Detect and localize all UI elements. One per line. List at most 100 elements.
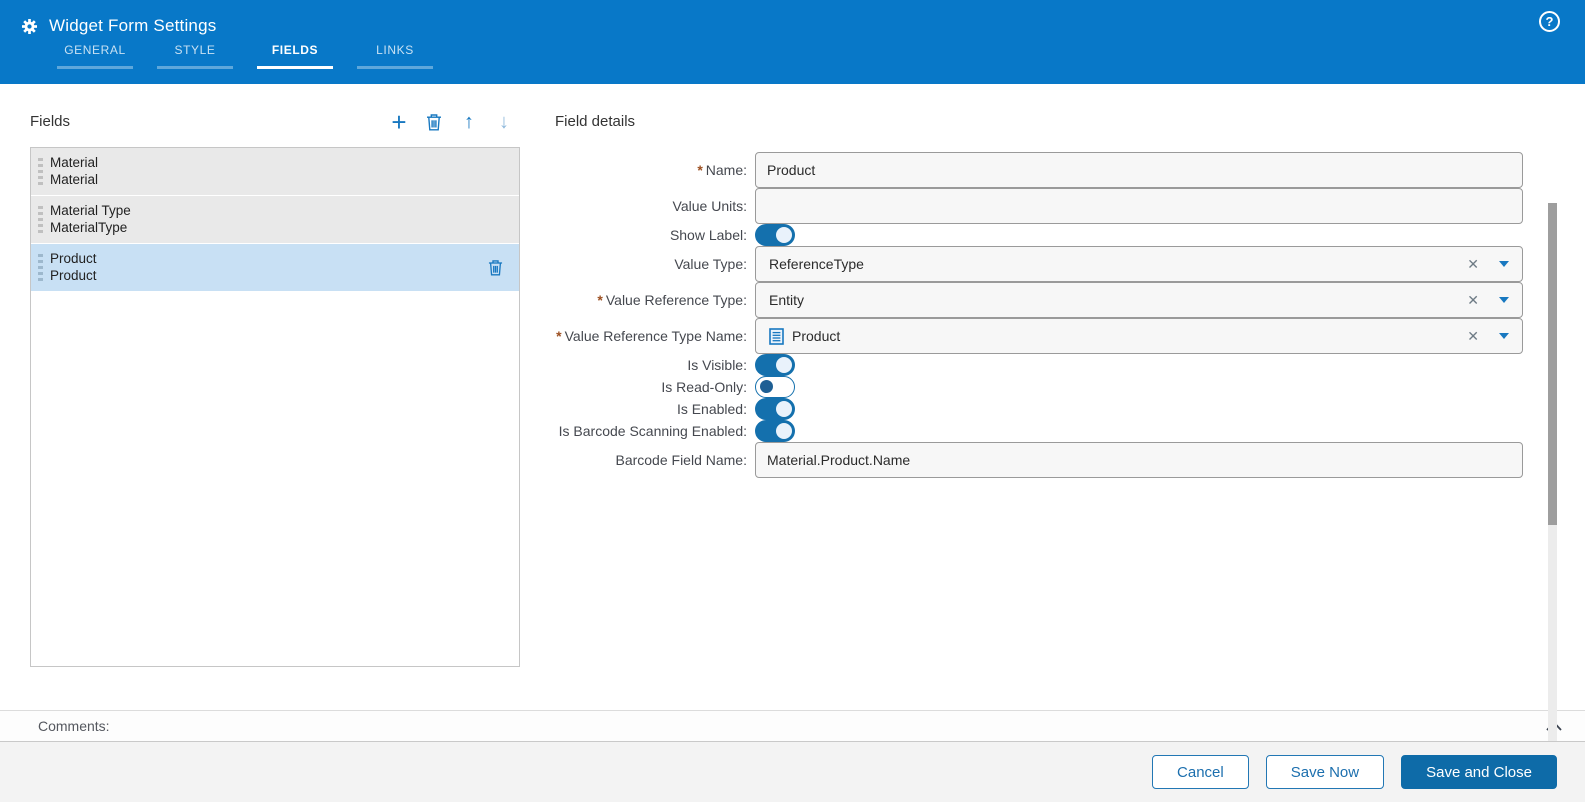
save-and-close-button[interactable]: Save and Close [1401, 755, 1557, 789]
fields-toolbar: + ↑ ↓ [389, 111, 520, 133]
barcode-field-name-input[interactable] [755, 442, 1523, 478]
fields-panel-title: Fields [30, 110, 70, 134]
field-item-name: Material [50, 155, 98, 172]
chevron-down-icon[interactable] [1499, 333, 1509, 339]
field-label: Value Reference Type Name: [565, 328, 747, 344]
tab-label: LINKS [376, 43, 414, 57]
help-icon[interactable]: ? [1539, 11, 1560, 32]
clear-icon[interactable]: ✕ [1467, 256, 1479, 273]
chevron-down-icon[interactable] [1499, 261, 1509, 267]
delete-field-button[interactable] [424, 111, 444, 133]
field-row: *Show Label: [555, 224, 1523, 246]
page-title: Widget Form Settings [49, 16, 216, 36]
trash-icon [488, 259, 503, 276]
details-scrollbar[interactable] [1548, 203, 1557, 741]
required-asterisk: * [597, 292, 602, 308]
add-field-button[interactable]: + [389, 111, 409, 133]
tab-bar: GENERAL STYLE FIELDS LINKS [45, 43, 1585, 69]
tab[interactable]: STYLE [145, 43, 245, 69]
is-enabled-toggle[interactable] [755, 398, 795, 420]
tab-underline [357, 66, 433, 69]
value-units-input[interactable] [755, 188, 1523, 224]
arrow-up-icon: ↑ [464, 112, 474, 132]
field-row: *Name: [555, 152, 1523, 188]
field-label: Is Visible: [687, 357, 747, 373]
field-row: *Value Type: [555, 246, 1523, 282]
name-input[interactable] [755, 152, 1523, 188]
document-icon [769, 328, 784, 345]
value-reference-type-dropdown[interactable]: Entity ✕ [755, 282, 1523, 318]
arrow-down-icon: ↓ [499, 112, 509, 132]
trash-icon [426, 113, 442, 131]
drag-handle-icon[interactable] [38, 158, 43, 186]
field-item-subname: MaterialType [50, 220, 131, 237]
comments-section: Comments: [0, 710, 1585, 742]
field-list: Material Material Materia [30, 147, 520, 667]
tab-underline [57, 66, 133, 69]
dialog-header: Widget Form Settings ? GENERAL STYLE FIE… [0, 0, 1585, 84]
field-row: *Value Reference Type Name: [555, 318, 1523, 354]
field-details-form: *Name: *Value Units: [555, 152, 1523, 478]
field-list-item[interactable]: Product Product [31, 244, 519, 292]
plus-icon: + [391, 109, 406, 135]
field-label: Value Reference Type: [606, 292, 747, 308]
clear-icon[interactable]: ✕ [1467, 328, 1479, 345]
save-now-button[interactable]: Save Now [1266, 755, 1384, 789]
field-item-subname: Material [50, 172, 98, 189]
field-row: *Is Barcode Scanning Enabled: [555, 420, 1523, 442]
drag-handle-icon[interactable] [38, 206, 43, 234]
move-field-up-button[interactable]: ↑ [459, 111, 479, 133]
tab-underline [157, 66, 233, 69]
field-row: *Is Visible: [555, 354, 1523, 376]
required-asterisk: * [556, 328, 561, 344]
tab[interactable]: LINKS [345, 43, 445, 69]
main-content: Fields + ↑ [0, 84, 1585, 710]
value-reference-type-name-dropdown[interactable]: Product ✕ [755, 318, 1523, 354]
scrollbar-thumb[interactable] [1548, 203, 1557, 525]
field-label: Value Type: [674, 256, 747, 272]
field-details-panel: Field details *Name: *Value Uni [555, 110, 1585, 710]
title-row: Widget Form Settings [20, 12, 1585, 40]
field-label: Barcode Field Name: [615, 452, 747, 468]
field-label: Name: [706, 162, 747, 178]
field-label: Value Units: [673, 198, 747, 214]
value-type-dropdown[interactable]: ReferenceType ✕ [755, 246, 1523, 282]
field-label: Is Barcode Scanning Enabled: [559, 423, 747, 439]
field-item-name: Product [50, 251, 97, 268]
field-label: Show Label: [670, 227, 747, 243]
tab[interactable]: GENERAL [45, 43, 145, 69]
field-list-item[interactable]: Material Type MaterialType [31, 196, 519, 244]
field-row: *Value Units: [555, 188, 1523, 224]
field-label: Is Read-Only: [661, 379, 747, 395]
delete-selected-field-button[interactable] [488, 259, 503, 281]
dropdown-value: ReferenceType [769, 256, 864, 272]
required-asterisk: * [697, 162, 702, 178]
drag-handle-icon[interactable] [38, 254, 43, 282]
clear-icon[interactable]: ✕ [1467, 292, 1479, 309]
field-list-item[interactable]: Material Material [31, 148, 519, 196]
field-row: *Is Read-Only: [555, 376, 1523, 398]
is-visible-toggle[interactable] [755, 354, 795, 376]
tab[interactable]: FIELDS [245, 43, 345, 69]
field-details-title: Field details [555, 110, 1523, 134]
comments-label: Comments: [38, 718, 1545, 734]
is-read-only-toggle[interactable] [755, 376, 795, 398]
move-field-down-button[interactable]: ↓ [494, 111, 514, 133]
is-barcode-scanning-enabled-toggle[interactable] [755, 420, 795, 442]
fields-panel: Fields + ↑ [30, 110, 520, 710]
dialog-footer: Cancel Save Now Save and Close [0, 742, 1585, 802]
dropdown-value: Entity [769, 292, 804, 308]
field-row: *Value Reference Type: [555, 282, 1523, 318]
field-item-subname: Product [50, 268, 97, 285]
field-row: *Is Enabled: [555, 398, 1523, 420]
chevron-down-icon[interactable] [1499, 297, 1509, 303]
cancel-button[interactable]: Cancel [1152, 755, 1249, 789]
field-row: *Barcode Field Name: [555, 442, 1523, 478]
field-label: Is Enabled: [677, 401, 747, 417]
dropdown-value: Product [792, 328, 840, 344]
show-label-toggle[interactable] [755, 224, 795, 246]
gear-icon [20, 17, 39, 36]
field-item-name: Material Type [50, 203, 131, 220]
tab-label: STYLE [174, 43, 215, 57]
tab-label: GENERAL [64, 43, 126, 57]
